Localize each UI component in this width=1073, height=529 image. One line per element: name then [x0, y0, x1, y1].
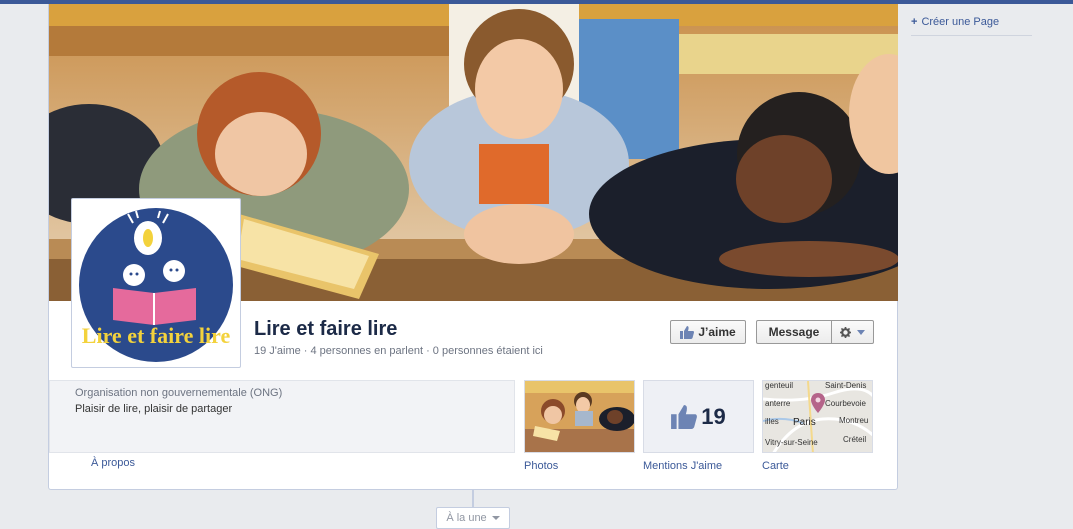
map-place-montreuil: Montreu — [839, 416, 869, 425]
map-place-argenteuil: genteuil — [765, 381, 794, 390]
chevron-down-icon — [491, 516, 500, 520]
create-page-label: Créer une Page — [921, 16, 1000, 28]
page-stats: 19 J'aime · 4 personnes en parlent · 0 p… — [254, 345, 543, 357]
about-link[interactable]: À propos — [91, 457, 135, 469]
map-label[interactable]: Carte — [762, 460, 789, 472]
message-button[interactable]: Message — [756, 320, 832, 344]
page-description: Plaisir de lire, plaisir de partager — [75, 403, 233, 415]
timeline-connector — [472, 490, 474, 507]
lire-et-faire-lire-logo: Lire et faire lire — [79, 208, 233, 362]
logo-text: Lire et faire lire — [82, 323, 231, 348]
profile-picture[interactable]: Lire et faire lire — [71, 198, 241, 368]
photos-label[interactable]: Photos — [524, 460, 558, 472]
map-place-versailles: illes — [765, 417, 779, 426]
map-place-nanterre: anterre — [765, 399, 791, 408]
map-tile[interactable]: genteuil Saint-Denis anterre Courbevoie … — [762, 380, 873, 453]
map-place-saint-denis: Saint-Denis — [825, 381, 867, 390]
sidebar-divider — [911, 35, 1032, 36]
like-button[interactable]: J’aime — [670, 320, 746, 344]
plus-icon: + — [911, 16, 918, 28]
page-category: Organisation non gouvernementale (ONG) — [75, 387, 283, 399]
page-title[interactable]: Lire et faire lire — [254, 318, 397, 341]
thumbs-up-icon — [671, 404, 698, 429]
chevron-down-icon — [857, 329, 865, 335]
map-place-vitry-sur-seine: Vitry-sur-Seine — [765, 438, 818, 447]
photos-tile[interactable] — [524, 380, 635, 453]
likes-tile[interactable]: 19 — [643, 380, 754, 453]
like-button-label: J’aime — [698, 325, 736, 339]
about-box: Organisation non gouvernementale (ONG) P… — [49, 380, 515, 453]
map-pin-icon — [811, 393, 825, 413]
map-place-creteil: Créteil — [843, 435, 867, 444]
thumbs-up-icon — [680, 325, 695, 339]
message-button-label: Message — [768, 325, 820, 339]
create-page-link[interactable]: + Créer une Page — [911, 16, 999, 28]
year-selector-label: À la une — [446, 512, 487, 524]
likes-count: 19 — [701, 403, 726, 429]
map-place-courbevoie: Courbevoie — [825, 399, 866, 408]
gear-icon — [840, 326, 851, 338]
map-place-paris: Paris — [793, 417, 816, 428]
timeline-year-selector[interactable]: À la une — [436, 507, 510, 529]
settings-dropdown-button[interactable] — [831, 320, 874, 344]
likes-label[interactable]: Mentions J'aime — [643, 460, 722, 472]
photos-thumbnail — [525, 381, 634, 452]
